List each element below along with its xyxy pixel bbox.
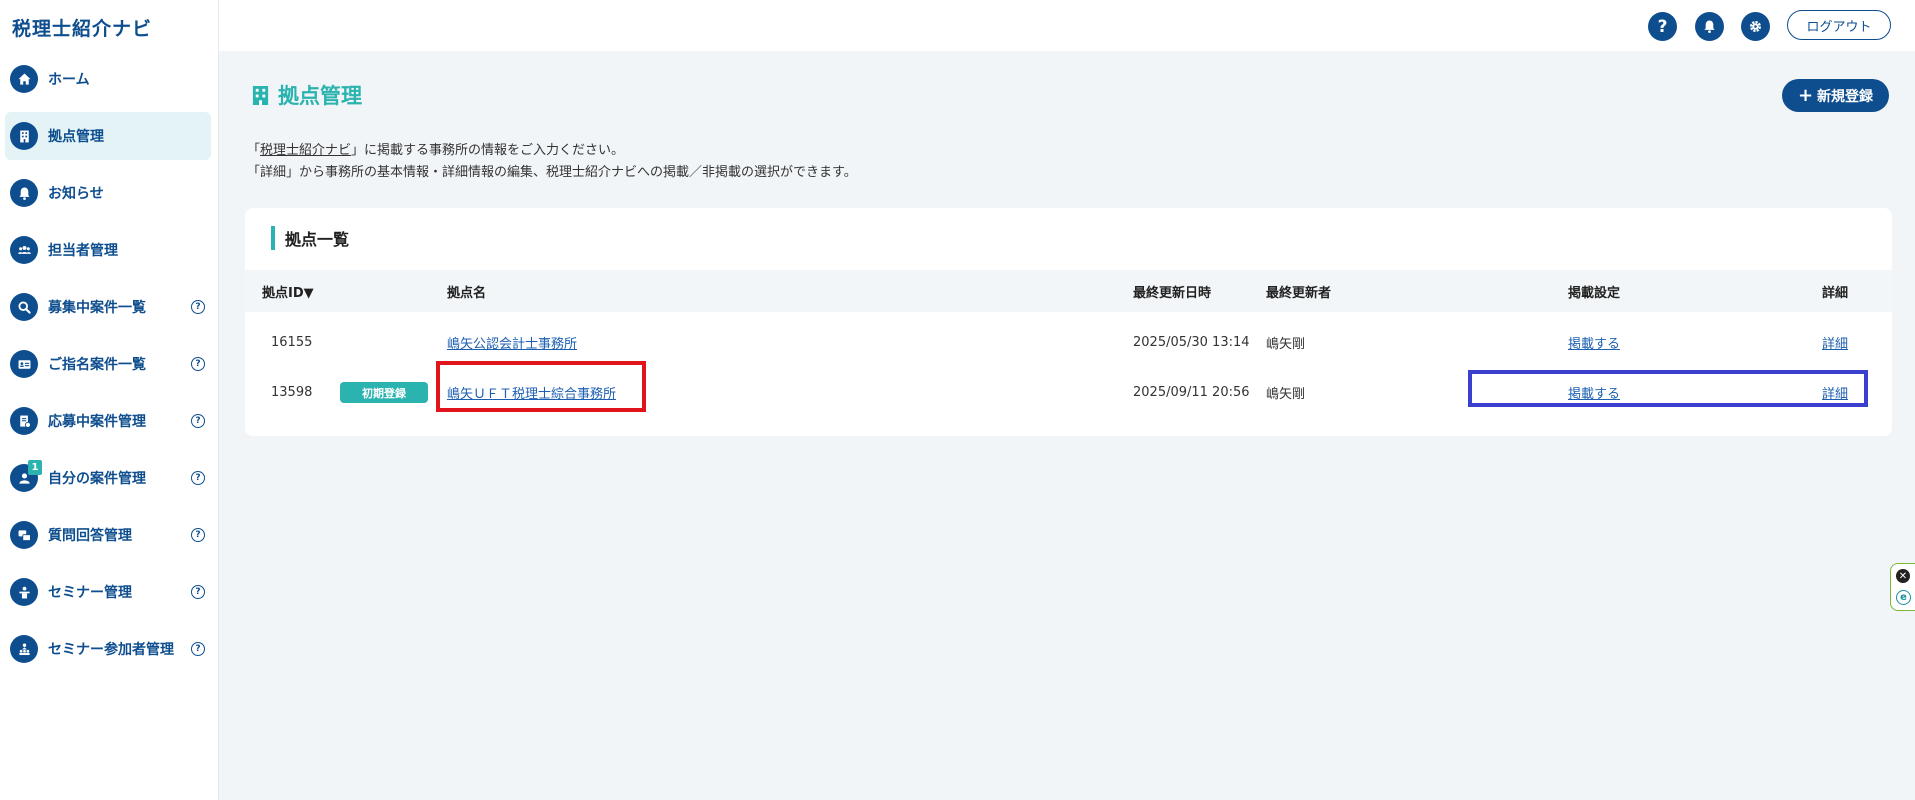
status-badge: 初期登録 [340,382,428,403]
id-card-icon [10,350,38,378]
card-title: 拠点一覧 [271,226,349,250]
sidebar-nav: ホーム 拠点管理 お知らせ 担当者管理 募集中案件一覧 ? ご指名案件一覧 ? … [0,55,219,682]
intro-line-2: 「詳細」から事務所の基本情報・詳細情報の編集、税理士紹介ナビへの掲載／非掲載の選… [247,165,857,180]
sidebar-item-label: ホーム [48,72,90,88]
sidebar: 税理士紹介ナビ ホーム 拠点管理 お知らせ 担当者管理 募集中案件一覧 ? ご指… [0,0,219,800]
table-row: 16155 嶋矢公認会計士事務所 2025/05/30 13:14 嶋矢剛 掲載… [245,318,1892,367]
help-icon[interactable]: ? [191,528,205,542]
intro-bracket-open: 「 [247,143,261,158]
new-registration-label: 新規登録 [1817,88,1874,105]
page-title: 拠点管理 [251,80,362,110]
help-icon[interactable]: ? [191,642,205,656]
sidebar-item-seminar[interactable]: セミナー管理 ? [5,568,211,616]
notification-badge: 1 [28,460,42,475]
sidebar-item-label: 拠点管理 [48,129,104,145]
logout-button[interactable]: ログアウト [1787,10,1891,40]
chat-icon [10,521,38,549]
sidebar-item-nominated-cases[interactable]: ご指名案件一覧 ? [5,340,211,388]
new-registration-button[interactable]: + 新規登録 [1782,79,1889,112]
sidebar-item-home[interactable]: ホーム [5,55,211,103]
sidebar-item-staff[interactable]: 担当者管理 [5,226,211,274]
sidebar-item-applied-cases[interactable]: 応募中案件管理 ? [5,397,211,445]
brand-logo[interactable]: 税理士紹介ナビ [12,14,152,41]
intro-line-1: 「税理士紹介ナビ」に掲載する事務所の情報をご入力ください。 [247,140,857,162]
row-updated-by: 嶋矢剛 [1266,337,1306,352]
e-icon[interactable]: e [1896,590,1911,605]
sidebar-item-label: 応募中案件管理 [48,414,146,430]
side-widget: ✕ e [1890,563,1915,611]
table-header: 拠点ID▼ 拠点名 最終更新日時 最終更新者 掲載設定 詳細 [245,270,1892,312]
row-id: 13598 [271,385,313,400]
help-circle-icon[interactable]: ? [1648,12,1677,41]
sidebar-item-bases[interactable]: 拠点管理 [5,112,211,160]
audience-icon [10,635,38,663]
help-icon[interactable]: ? [191,357,205,371]
help-icon[interactable]: ? [191,414,205,428]
person-icon: 1 [10,460,42,492]
row-id: 16155 [271,335,313,350]
sidebar-item-open-cases[interactable]: 募集中案件一覧 ? [5,283,211,331]
highlight-box-red [436,361,646,412]
sidebar-item-label: お知らせ [48,186,104,202]
close-icon[interactable]: ✕ [1896,569,1910,583]
row-updated-at: 2025/05/30 13:14 [1133,335,1250,350]
column-header-publish: 掲載設定 [1568,285,1621,301]
bell-icon [10,179,38,207]
sidebar-item-label: 担当者管理 [48,243,118,259]
search-icon [10,293,38,321]
plus-icon: + [1797,85,1814,106]
site-name-link[interactable]: 税理士紹介ナビ [260,143,351,158]
column-header-detail: 詳細 [1822,285,1849,301]
column-header-name: 拠点名 [447,285,487,301]
sidebar-item-label: 質問回答管理 [48,528,132,544]
row-name-link[interactable]: 嶋矢公認会計士事務所 [447,333,577,352]
sidebar-item-label: セミナー管理 [48,585,132,601]
home-icon [10,65,38,93]
help-icon[interactable]: ? [191,585,205,599]
column-header-id[interactable]: 拠点ID▼ [262,270,314,312]
document-icon [10,407,38,435]
presenter-icon [10,578,38,606]
highlight-box-blue [1468,370,1868,407]
building-icon [10,122,38,150]
sidebar-item-label: 募集中案件一覧 [48,300,146,316]
sidebar-item-label: 自分の案件管理 [48,471,146,487]
intro-text: 「税理士紹介ナビ」に掲載する事務所の情報をご入力ください。 「詳細」から事務所の… [247,140,857,184]
page-title-text: 拠点管理 [278,84,362,108]
notification-bell-icon[interactable] [1695,12,1724,41]
sidebar-item-news[interactable]: お知らせ [5,169,211,217]
sidebar-item-qa[interactable]: 質問回答管理 ? [5,511,211,559]
gear-icon[interactable] [1741,12,1770,41]
column-header-updated-by: 最終更新者 [1266,285,1332,301]
intro-line-1-rest: 」に掲載する事務所の情報をご入力ください。 [351,143,625,158]
sidebar-item-seminar-participants[interactable]: セミナー参加者管理 ? [5,625,211,673]
row-updated-at: 2025/09/11 20:56 [1133,385,1250,400]
sidebar-item-label: セミナー参加者管理 [48,642,174,658]
help-icon[interactable]: ? [191,300,205,314]
column-header-updated-at: 最終更新日時 [1133,285,1212,301]
publish-link[interactable]: 掲載する [1568,333,1620,352]
sidebar-item-my-cases[interactable]: 1 自分の案件管理 ? [5,454,211,502]
sidebar-item-label: ご指名案件一覧 [48,357,146,373]
row-updated-by: 嶋矢剛 [1266,387,1306,402]
help-icon[interactable]: ? [191,471,205,485]
people-icon [10,236,38,264]
detail-link[interactable]: 詳細 [1822,333,1848,352]
building-icon [252,85,269,105]
